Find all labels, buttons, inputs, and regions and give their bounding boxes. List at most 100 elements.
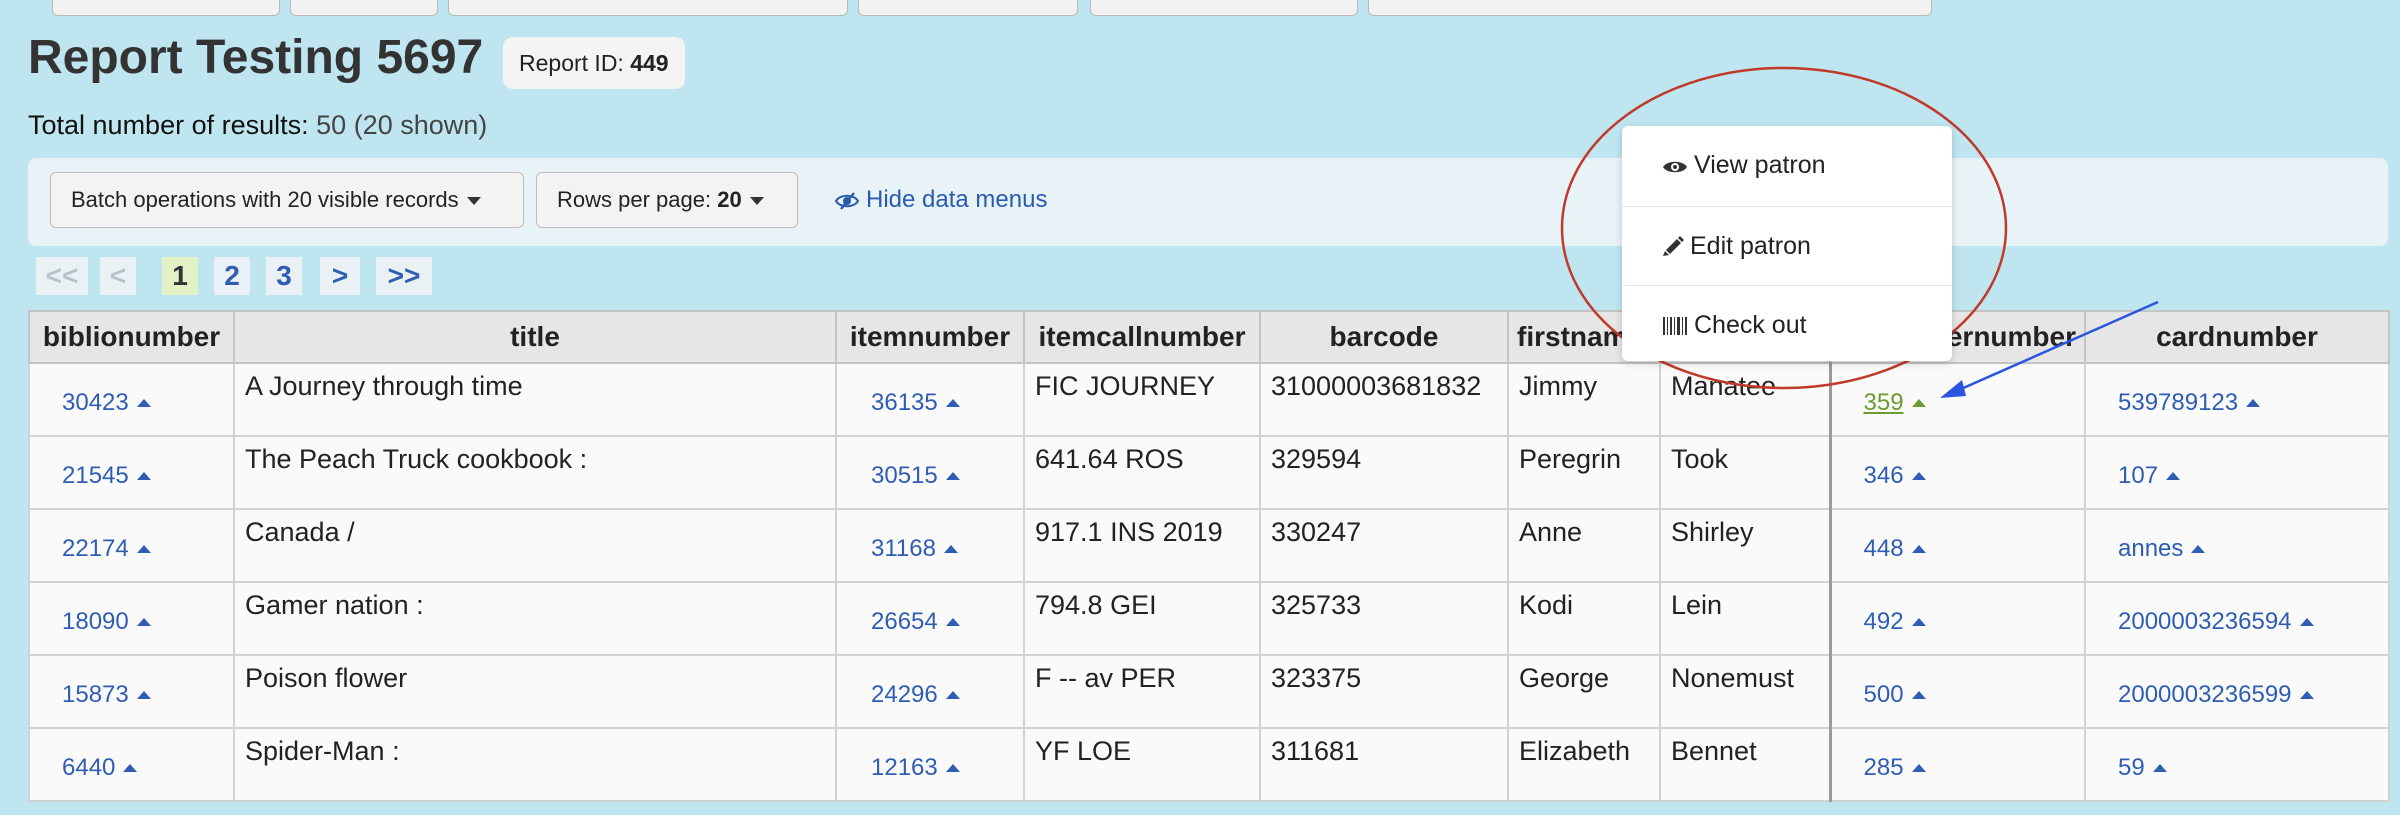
hide-data-menus-link[interactable]: Hide data menus xyxy=(834,186,1047,214)
top-toolbar-button[interactable] xyxy=(1090,0,1358,16)
menu-toggle-icon[interactable] xyxy=(1911,544,1926,553)
edit-patron-menu-item[interactable]: Edit patron xyxy=(1622,206,1952,284)
cell-surname: Nonemust xyxy=(1659,654,1831,729)
menu-toggle-icon[interactable] xyxy=(945,763,960,772)
menu-toggle-icon[interactable] xyxy=(2299,690,2314,699)
itemnumber-data-link[interactable]: 24296 xyxy=(871,681,938,708)
cell-barcode: 329594 xyxy=(1259,435,1509,510)
results-count-label: Total number of results: xyxy=(28,110,309,140)
cell-title: Gamer nation : xyxy=(233,581,837,656)
top-toolbar-button[interactable] xyxy=(858,0,1078,16)
itemnumber-data-link[interactable]: 30515 xyxy=(871,462,938,489)
cell-surname: Lein xyxy=(1659,581,1831,656)
table-row: 22174 Canada / 31168 917.1 INS 2019 330247 An… xyxy=(28,508,2390,583)
borrowernumber-data-link[interactable]: 346 xyxy=(1864,462,1904,489)
biblionumber-data-link[interactable]: 30423 xyxy=(62,389,129,416)
cell-itemcallnumber: 794.8 GEI xyxy=(1023,581,1261,656)
borrowernumber-data-link[interactable]: 492 xyxy=(1864,608,1904,635)
biblionumber-data-link[interactable]: 15873 xyxy=(62,681,129,708)
menu-toggle-icon[interactable] xyxy=(945,398,960,407)
cell-cardnumber: 107 xyxy=(2084,435,2390,510)
menu-toggle-icon[interactable] xyxy=(2152,763,2167,772)
view-patron-menu-item[interactable]: View patron xyxy=(1622,126,1952,204)
borrowernumber-data-link[interactable]: 448 xyxy=(1864,535,1904,562)
menu-toggle-icon[interactable] xyxy=(2299,617,2314,626)
report-id-badge: Report ID: 449 xyxy=(503,37,685,89)
menu-toggle-icon[interactable] xyxy=(1911,690,1926,699)
rows-per-page-button[interactable]: Rows per page: 20 xyxy=(536,172,798,228)
cell-surname: Bennet xyxy=(1659,727,1831,802)
itemnumber-data-link[interactable]: 26654 xyxy=(871,608,938,635)
menu-toggle-icon[interactable] xyxy=(2166,471,2181,480)
cardnumber-data-link[interactable]: 2000003236594 xyxy=(2118,608,2292,635)
pencil-icon xyxy=(1663,236,1684,256)
itemnumber-data-link[interactable]: 31168 xyxy=(871,535,936,562)
menu-toggle-icon[interactable] xyxy=(943,544,958,553)
cell-borrowernumber: 359 xyxy=(1828,362,2086,437)
column-header[interactable]: itemnumber xyxy=(835,310,1025,364)
top-toolbar-button[interactable] xyxy=(1368,0,1932,16)
cardnumber-data-link[interactable]: 539789123 xyxy=(2118,389,2238,416)
cardnumber-data-link[interactable]: 2000003236599 xyxy=(2118,681,2292,708)
menu-toggle-icon[interactable] xyxy=(136,398,151,407)
pager-next[interactable]: > xyxy=(320,257,360,295)
menu-toggle-icon[interactable] xyxy=(2246,398,2261,407)
report-id-label: Report ID: xyxy=(519,50,624,76)
cell-cardnumber: annes xyxy=(2084,508,2390,583)
biblionumber-data-link[interactable]: 21545 xyxy=(62,462,129,489)
borrowernumber-data-link[interactable]: 359 xyxy=(1864,389,1904,416)
column-header[interactable]: title xyxy=(233,310,837,364)
menu-toggle-icon[interactable] xyxy=(136,690,151,699)
cardnumber-data-link[interactable]: annes xyxy=(2118,535,2183,562)
menu-toggle-icon[interactable] xyxy=(1911,617,1926,626)
column-header[interactable]: biblionumber xyxy=(28,310,235,364)
table-row: 18090 Gamer nation : 26654 794.8 GEI 325733 K… xyxy=(28,581,2390,656)
top-toolbar-button[interactable] xyxy=(448,0,848,16)
check-out-menu-item[interactable]: Check out xyxy=(1622,285,1952,363)
report-toolbar: Batch operations with 20 visible records… xyxy=(28,158,2388,246)
menu-toggle-icon[interactable] xyxy=(136,471,151,480)
menu-toggle-icon[interactable] xyxy=(1911,471,1926,480)
column-header[interactable]: barcode xyxy=(1259,310,1509,364)
top-toolbar-strip xyxy=(0,0,2400,18)
report-id-value: 449 xyxy=(630,50,669,76)
menu-toggle-icon[interactable] xyxy=(2191,544,2206,553)
column-header[interactable]: cardnumber xyxy=(2084,310,2390,364)
pager-page-1[interactable]: 1 xyxy=(162,257,198,295)
borrowernumber-data-link[interactable]: 285 xyxy=(1864,754,1904,781)
menu-toggle-icon[interactable] xyxy=(1911,398,1926,407)
pager-last[interactable]: >> xyxy=(376,257,432,295)
menu-toggle-icon[interactable] xyxy=(123,763,138,772)
cell-firstname: Kodi xyxy=(1507,581,1661,656)
cell-borrowernumber: 346 xyxy=(1828,435,2086,510)
cardnumber-data-link[interactable]: 59 xyxy=(2118,754,2145,781)
column-header[interactable]: itemcallnumber xyxy=(1023,310,1261,364)
cell-biblionumber: 21545 xyxy=(28,435,235,510)
pager-page-3[interactable]: 3 xyxy=(266,257,302,295)
menu-toggle-icon[interactable] xyxy=(945,471,960,480)
biblionumber-data-link[interactable]: 22174 xyxy=(62,535,129,562)
itemnumber-data-link[interactable]: 12163 xyxy=(871,754,938,781)
table-row: 21545 The Peach Truck cookbook : 30515 641.… xyxy=(28,435,2390,510)
cell-surname: Manatee xyxy=(1659,362,1831,437)
menu-toggle-icon[interactable] xyxy=(1911,763,1926,772)
top-toolbar-button[interactable] xyxy=(52,0,280,16)
pager-page-2[interactable]: 2 xyxy=(214,257,250,295)
eye-icon xyxy=(1663,161,1687,173)
itemnumber-data-link[interactable]: 36135 xyxy=(871,389,938,416)
cell-barcode: 311681 xyxy=(1259,727,1509,802)
menu-toggle-icon[interactable] xyxy=(136,544,151,553)
top-toolbar-button[interactable] xyxy=(290,0,438,16)
menu-toggle-icon[interactable] xyxy=(136,617,151,626)
biblionumber-data-link[interactable]: 18090 xyxy=(62,608,129,635)
check-out-label: Check out xyxy=(1694,311,1807,339)
batch-operations-button[interactable]: Batch operations with 20 visible records xyxy=(50,172,524,228)
batch-operations-label: Batch operations with 20 visible records xyxy=(71,187,459,212)
cardnumber-data-link[interactable]: 107 xyxy=(2118,462,2158,489)
cell-borrowernumber: 492 xyxy=(1828,581,2086,656)
borrowernumber-data-link[interactable]: 500 xyxy=(1864,681,1904,708)
menu-toggle-icon[interactable] xyxy=(945,617,960,626)
menu-toggle-icon[interactable] xyxy=(945,690,960,699)
cell-itemcallnumber: 917.1 INS 2019 xyxy=(1023,508,1261,583)
biblionumber-data-link[interactable]: 6440 xyxy=(62,754,115,781)
